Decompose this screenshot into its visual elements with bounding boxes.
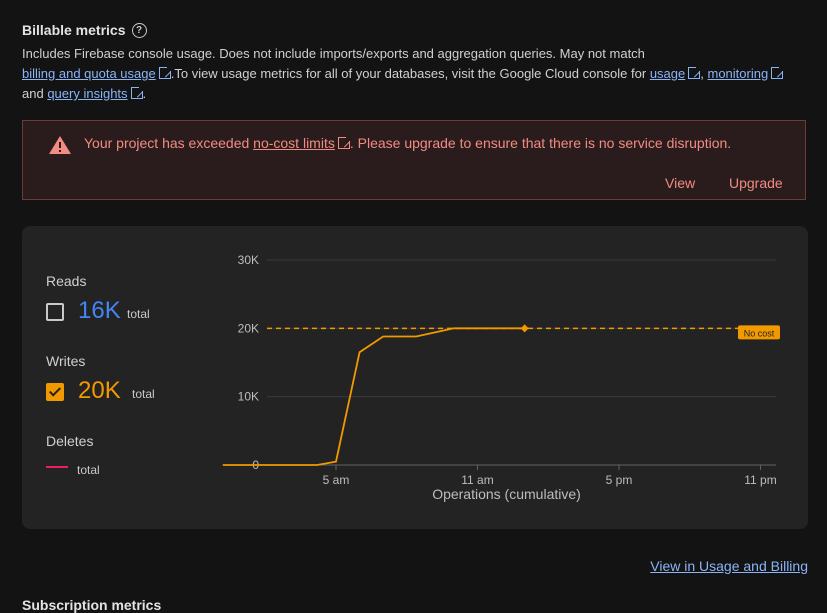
usage-link[interactable]: usage (650, 66, 685, 81)
warning-icon (49, 136, 71, 154)
desc-text-1: Includes Firebase console usage. Does no… (22, 46, 645, 61)
writes-marker (520, 324, 529, 333)
description: Includes Firebase console usage. Does no… (22, 44, 802, 104)
desc-text-3: and (22, 86, 44, 101)
external-link-icon (130, 86, 144, 99)
writes-checkbox[interactable] (46, 383, 64, 401)
x-tick-label: 11 pm (744, 473, 776, 487)
reads-total-label: total (127, 307, 150, 321)
y-tick-label: 20K (238, 321, 259, 335)
external-link-icon (688, 66, 702, 79)
monitoring-link[interactable]: monitoring (708, 66, 769, 81)
deletes-legend-line[interactable] (46, 466, 68, 468)
upgrade-button[interactable]: Upgrade (729, 175, 783, 191)
alert-text-before: Your project has exceeded (84, 135, 250, 151)
billing-quota-link[interactable]: billing and quota usage (22, 66, 156, 81)
y-tick-label: 30K (238, 253, 259, 267)
operations-chart: 010K20K30K5 am 11 am 5 pm 11 pmOperations (… (222, 253, 780, 502)
x-tick-label: 11 am (461, 473, 493, 487)
view-usage-billing-link[interactable]: View in Usage and Billing (650, 558, 808, 574)
x-tick-label: 5 am (323, 473, 350, 487)
reads-checkbox[interactable] (46, 303, 64, 321)
external-link-icon (337, 136, 351, 149)
writes-total-label: total (132, 387, 155, 401)
x-tick-label: 5 pm (606, 473, 633, 487)
y-tick-label: 10K (238, 390, 259, 404)
usage-link-label: usage (649, 66, 686, 81)
deletes-total-label: total (77, 463, 100, 477)
query-insights-link-label: query insights (47, 86, 128, 101)
query-insights-link[interactable]: query insights (47, 86, 127, 101)
metrics-card: Reads 16K total Writes 20K total Deletes… (22, 226, 808, 529)
external-link-icon (771, 66, 785, 79)
billing-quota-link-label: billing and quota usage (22, 66, 156, 81)
help-icon[interactable]: ? (131, 22, 147, 38)
no-cost-limits-link[interactable]: no-cost limits (253, 135, 335, 151)
monitoring-link-label: monitoring (707, 66, 769, 81)
writes-label: Writes (46, 353, 86, 369)
desc-text-2: .To view usage metrics for all of your d… (170, 66, 647, 81)
reads-label: Reads (46, 273, 87, 289)
billable-metrics-title: Billable metrics ? (22, 22, 147, 38)
x-axis-label: Operations (cumulative) (432, 486, 581, 502)
external-link-icon (158, 66, 172, 79)
subscription-metrics-title: Subscription metrics (22, 597, 162, 613)
no-cost-label: No cost (744, 328, 775, 338)
reads-value: 16K (78, 297, 121, 324)
alert-message: Your project has exceeded no-cost limits… (84, 135, 731, 151)
limit-exceeded-alert: Your project has exceeded no-cost limits… (22, 120, 806, 200)
alert-text-after: . Please upgrade to ensure that there is… (349, 135, 732, 151)
view-button[interactable]: View (665, 175, 695, 191)
page-title: Billable metrics (22, 22, 126, 38)
deletes-label: Deletes (46, 433, 94, 449)
writes-value: 20K (78, 377, 121, 404)
